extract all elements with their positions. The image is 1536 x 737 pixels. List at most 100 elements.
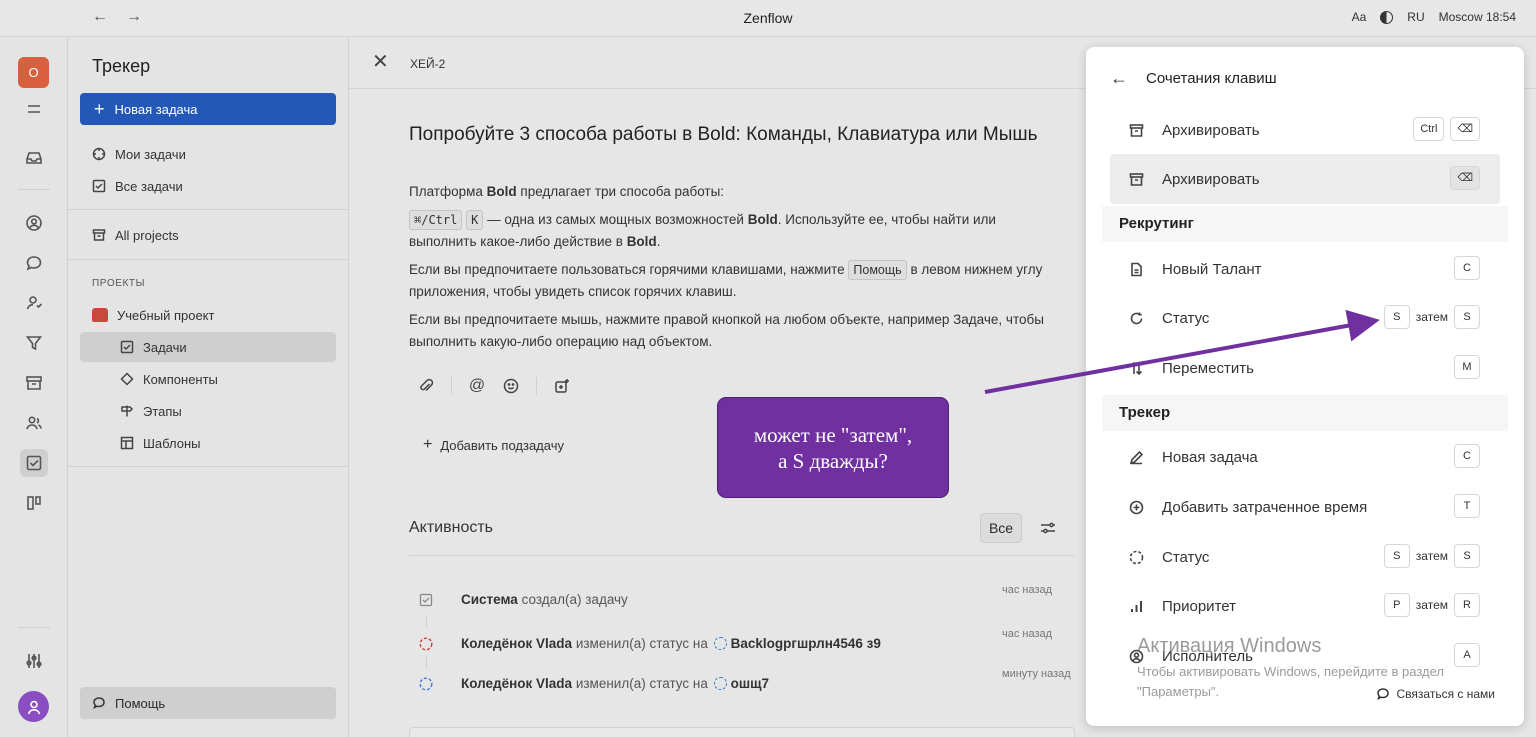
chat-icon[interactable] <box>20 249 48 277</box>
comment-input[interactable] <box>409 727 1075 737</box>
task-title[interactable]: Попробуйте 3 способа работы в Bold: Кома… <box>409 124 1038 146</box>
editor-toolbar: @ <box>417 377 571 395</box>
activity-row: Коледёнок Vlada изменил(а) статус на Bac… <box>419 628 1059 656</box>
toolbar-divider <box>451 377 452 395</box>
activity-filter-all[interactable]: Все <box>980 513 1022 543</box>
shortcut-row[interactable]: Приоритет Pзатем R <box>1110 581 1500 631</box>
key-cap: ⌫ <box>1450 166 1480 190</box>
then-label: затем <box>1415 310 1448 324</box>
inbox-icon[interactable] <box>20 144 48 172</box>
shortcut-label: Статус <box>1162 548 1210 566</box>
sidebar-item-my-tasks[interactable]: Мои задачи <box>80 139 336 169</box>
add-subtask-button[interactable]: + Добавить подзадачу <box>423 436 564 454</box>
menu-icon[interactable] <box>20 95 48 123</box>
emoji-icon[interactable] <box>502 377 520 395</box>
toolbar-divider <box>536 377 537 395</box>
key-cap: Ctrl <box>1413 117 1445 141</box>
board-icon[interactable] <box>20 489 48 517</box>
shortcut-row[interactable]: Статус Sзатем S <box>1110 293 1500 343</box>
key-cap: M <box>1454 355 1480 379</box>
key-cap: S <box>1383 305 1410 329</box>
pencil-icon <box>1128 449 1144 465</box>
sidebar-item-all-tasks[interactable]: Все задачи <box>80 171 336 201</box>
key-cap: A <box>1454 643 1480 667</box>
shortcut-row[interactable]: Переместить M <box>1110 343 1500 393</box>
new-task-label: Новая задача <box>114 101 198 117</box>
shortcut-row[interactable]: Архивировать Ctrl ⌫ <box>1110 105 1500 155</box>
activity-heading: Активность <box>409 519 494 536</box>
task-id: ХЕЙ-2 <box>410 57 446 71</box>
activity-actor: Коледёнок Vlada <box>461 636 573 651</box>
key-cap: R <box>1454 593 1480 617</box>
desc-text: Если вы предпочитаете мышь, нажмите прав… <box>409 312 1044 349</box>
attach-icon[interactable] <box>417 377 435 395</box>
shortcut-row[interactable]: Новая задача C <box>1110 432 1500 482</box>
sidebar-item-templates[interactable]: Шаблоны <box>80 428 336 458</box>
sidebar-item-milestones[interactable]: Этапы <box>80 396 336 426</box>
language-button[interactable]: RU <box>1407 10 1424 24</box>
signpost-icon <box>121 405 134 417</box>
person-circle-icon[interactable] <box>20 209 48 237</box>
shortcut-label: Статус <box>1162 309 1210 327</box>
shortcut-label: Приоритет <box>1162 597 1236 615</box>
activity-row: Система создал(а) задачу час назад <box>419 584 1059 612</box>
recruiting-icon[interactable] <box>20 289 48 317</box>
sidebar-divider <box>68 466 349 467</box>
shortcut-label: Архивировать <box>1162 170 1260 188</box>
sidebar-item-components[interactable]: Компоненты <box>80 364 336 394</box>
desc-bold: Bold <box>626 234 657 249</box>
checkbox-icon <box>120 340 134 354</box>
settings-sliders-icon[interactable] <box>20 647 48 675</box>
status-red-icon <box>419 637 433 651</box>
app-rail: O <box>0 37 68 737</box>
user-avatar[interactable] <box>18 691 49 722</box>
workspace-avatar[interactable]: O <box>18 57 49 88</box>
desc-bold: Bold <box>747 212 778 227</box>
filter-settings-icon[interactable] <box>1039 519 1057 540</box>
key-cap: S <box>1454 544 1480 568</box>
kbd-k: K <box>466 210 484 230</box>
task-description[interactable]: Платформа Bold предлагает три способа ра… <box>409 181 1049 359</box>
activity-action: изменил(а) статус на <box>572 676 712 691</box>
theme-toggle-icon[interactable] <box>1380 10 1394 24</box>
shortcut-row[interactable]: Архивировать ⌫ <box>1110 154 1500 204</box>
diamond-icon <box>120 372 134 386</box>
tracker-icon[interactable] <box>20 449 48 477</box>
shortcut-row[interactable]: Добавить затраченное время T <box>1110 482 1500 532</box>
activity-time: час назад <box>1002 628 1053 640</box>
projects-section-heading: ПРОЕКТЫ <box>92 278 146 289</box>
help-button[interactable]: Помощь <box>80 687 336 719</box>
sidebar-item-project[interactable]: Учебный проект <box>80 300 336 330</box>
mention-icon[interactable]: @ <box>468 377 486 395</box>
sidebar-item-all-projects[interactable]: All projects <box>80 220 336 250</box>
priority-icon <box>1128 598 1144 614</box>
contact-us-button[interactable]: Связаться с нами <box>1376 687 1495 701</box>
title-bar: ← → Zenflow Aa RU Moscow 18:54 <box>0 0 1536 37</box>
file-icon <box>1128 261 1144 277</box>
sidebar: Трекер + Новая задача Мои задачи Все зад… <box>68 37 349 737</box>
activity-actor: Коледёнок Vlada <box>461 676 573 691</box>
shortcut-label: Новый Талант <box>1162 260 1262 278</box>
key-cap: T <box>1454 494 1480 518</box>
font-size-button[interactable]: Aa <box>1352 10 1367 24</box>
key-cap: ⌫ <box>1450 117 1480 141</box>
shortcut-row[interactable]: Статус Sзатем S <box>1110 532 1500 582</box>
template-icon <box>120 436 134 450</box>
activity-time: минуту назад <box>1002 668 1071 680</box>
funnel-icon[interactable] <box>20 329 48 357</box>
status-dashed-icon <box>713 677 727 690</box>
team-icon[interactable] <box>20 409 48 437</box>
chat-bubble-icon <box>93 697 105 710</box>
shortcut-row[interactable]: Новый Талант C <box>1110 244 1500 294</box>
back-arrow-icon[interactable]: ← <box>1110 68 1128 89</box>
sidebar-item-tasks[interactable]: Задачи <box>80 332 336 362</box>
sidebar-divider <box>68 259 349 260</box>
add-block-icon[interactable] <box>553 377 571 395</box>
activity-action: создал(а) задачу <box>517 592 628 607</box>
close-icon[interactable]: ✕ <box>372 52 389 72</box>
activity-status: Backlogргшрлн4546 з9 <box>730 636 881 651</box>
key-cap: S <box>1383 544 1410 568</box>
archive-box-icon[interactable] <box>20 369 48 397</box>
new-task-button[interactable]: + Новая задача <box>80 93 336 125</box>
shortcut-group-heading: Рекрутинг <box>1102 206 1508 242</box>
